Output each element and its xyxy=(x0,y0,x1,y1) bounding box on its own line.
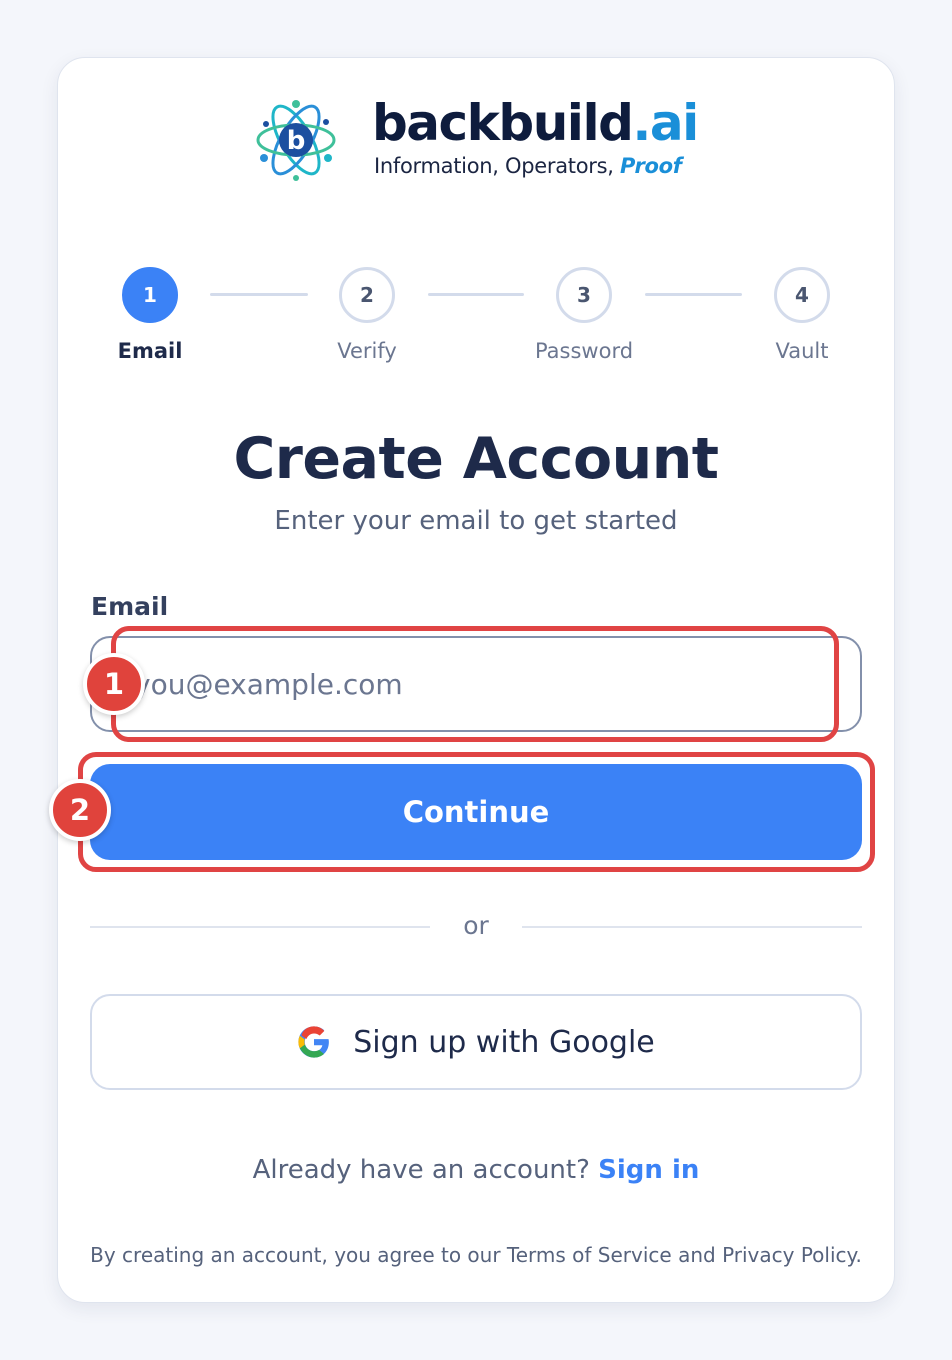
atom-network-logo-icon: b xyxy=(256,100,336,181)
brand-name: backbuild.ai xyxy=(372,94,699,152)
step-password: 3 Password xyxy=(524,267,644,363)
step-number: 4 xyxy=(774,267,830,323)
page-title: Create Account xyxy=(233,426,719,492)
step-label: Email xyxy=(117,339,183,363)
brand-logo: b backbuild.ai Information, Operators, P… xyxy=(254,90,704,190)
signup-card: b backbuild.ai Information, Operators, P… xyxy=(57,57,895,1303)
step-email: 1 Email xyxy=(90,267,210,363)
step-label: Verify xyxy=(337,339,397,363)
step-label: Vault xyxy=(775,339,829,363)
step-verify: 2 Verify xyxy=(307,267,427,363)
google-signup-button[interactable]: Sign up with Google xyxy=(90,994,862,1090)
step-connector xyxy=(645,293,742,296)
signin-prompt: Already have an account? xyxy=(252,1155,590,1185)
step-number: 1 xyxy=(122,267,178,323)
step-number: 2 xyxy=(339,267,395,323)
step-vault: 4 Vault xyxy=(742,267,862,363)
google-icon xyxy=(298,1026,330,1058)
step-connector xyxy=(210,293,308,296)
email-input[interactable] xyxy=(90,636,862,732)
legal-notice: By creating an account, you agree to our… xyxy=(90,1243,862,1267)
step-label: Password xyxy=(534,339,634,363)
step-connector xyxy=(428,293,524,296)
signin-link[interactable]: Sign in xyxy=(598,1155,699,1185)
divider-or: or xyxy=(463,911,489,940)
email-label: Email xyxy=(91,592,169,621)
signin-prompt-row: Already have an account? Sign in xyxy=(58,1155,894,1185)
google-button-label: Sign up with Google xyxy=(353,1024,655,1060)
annotation-badge: 2 xyxy=(49,779,111,841)
continue-button[interactable]: Continue xyxy=(90,764,862,860)
brand-tagline: Information, Operators, Proof xyxy=(374,154,682,178)
step-number: 3 xyxy=(556,267,612,323)
annotation-badge: 1 xyxy=(83,653,145,715)
page-subtitle: Enter your email to get started xyxy=(274,506,678,536)
svg-text:b: b xyxy=(287,126,306,156)
